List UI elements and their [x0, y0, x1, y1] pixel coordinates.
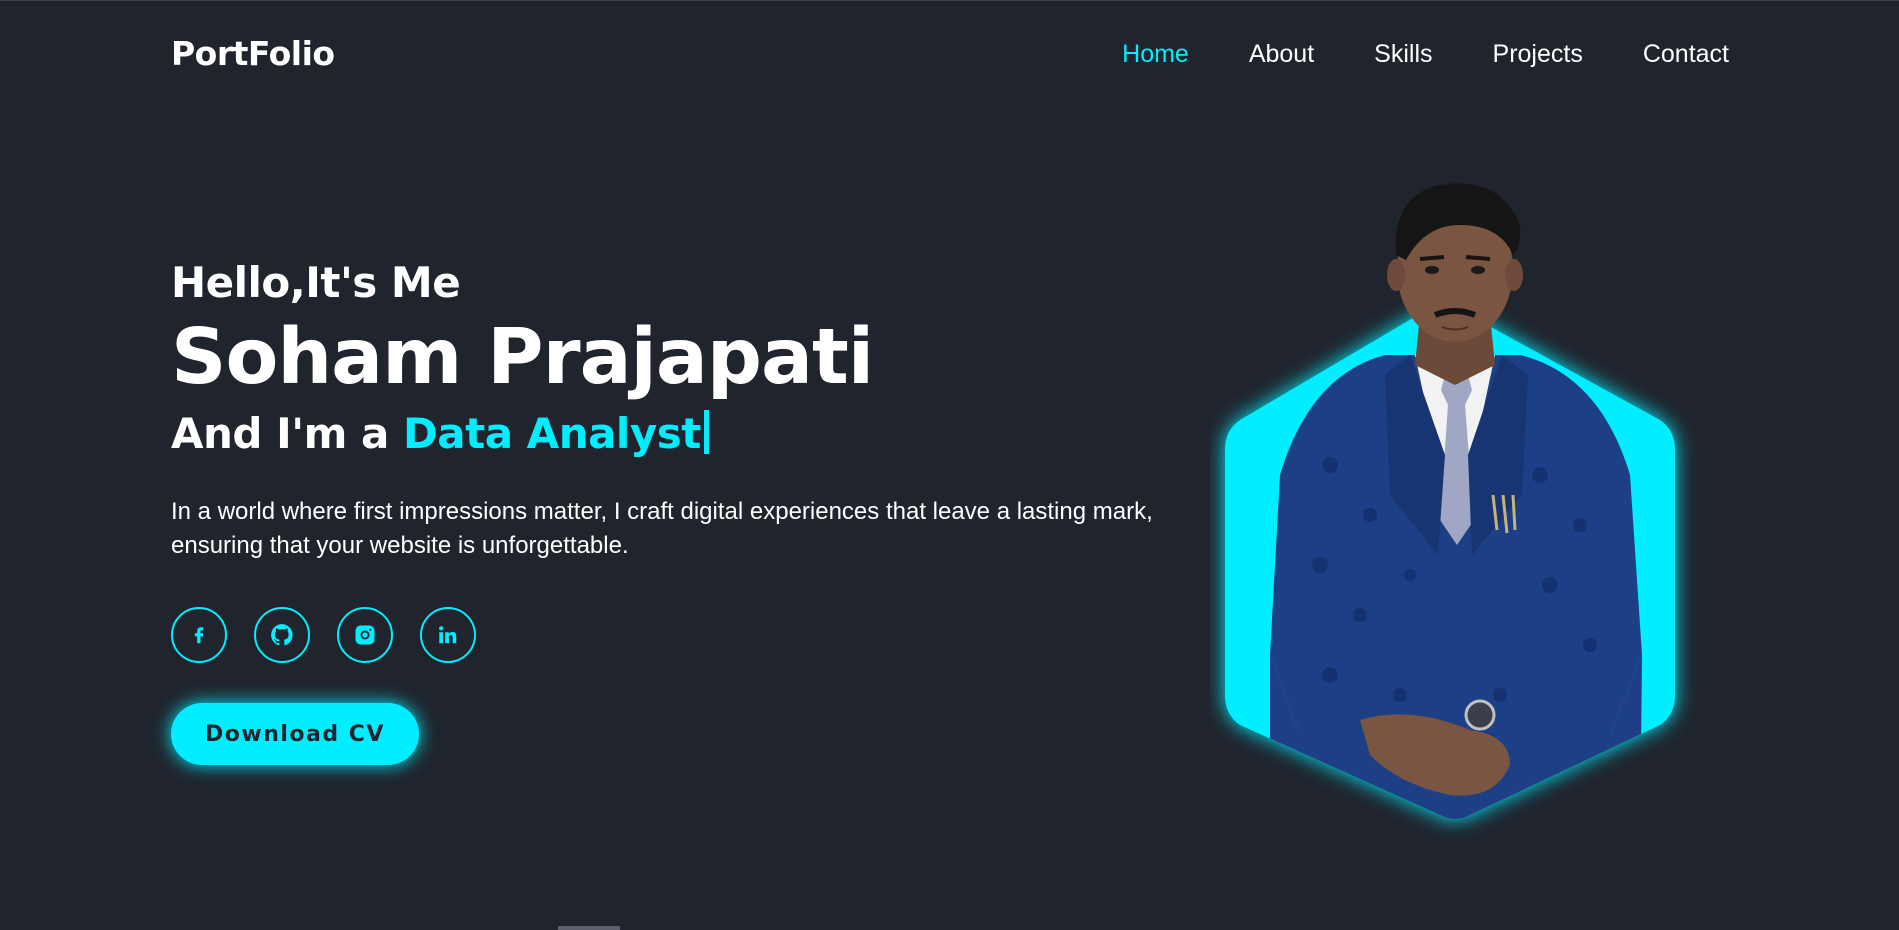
hero-content: Hello,It's Me Soham Prajapati And I'm a … — [171, 258, 1153, 766]
github-icon — [271, 624, 293, 646]
typing-cursor — [703, 409, 709, 454]
nav-projects[interactable]: Projects — [1493, 40, 1583, 69]
greeting: Hello,It's Me — [171, 258, 461, 307]
hero-name: Soham Prajapati — [171, 313, 874, 403]
instagram-icon — [355, 625, 375, 645]
logo[interactable]: PortFolio — [171, 34, 335, 73]
profile-photo — [1225, 183, 1675, 819]
github-link[interactable] — [254, 607, 310, 664]
role-prefix: And I'm a — [171, 408, 389, 458]
site-header: PortFolio Home About Skills Projects Con… — [0, 0, 1899, 110]
download-cv-button[interactable]: Download CV — [171, 703, 419, 766]
main-nav: Home About Skills Projects Contact — [1062, 40, 1729, 69]
nav-home[interactable]: Home — [1122, 40, 1189, 69]
nav-contact[interactable]: Contact — [1643, 40, 1729, 69]
nav-skills[interactable]: Skills — [1374, 40, 1432, 69]
linkedin-link[interactable] — [420, 607, 476, 664]
scroll-indicator — [558, 926, 620, 930]
linkedin-icon — [439, 626, 457, 644]
role-highlight: Data Analyst — [402, 408, 701, 458]
nav-about[interactable]: About — [1249, 40, 1314, 69]
social-links — [171, 607, 1151, 664]
facebook-icon — [194, 627, 204, 644]
hero-description: In a world where first impressions matte… — [171, 498, 1153, 560]
role-line: And I'm a Data Analyst — [171, 409, 1151, 459]
facebook-link[interactable] — [171, 607, 227, 664]
instagram-link[interactable] — [337, 607, 393, 664]
